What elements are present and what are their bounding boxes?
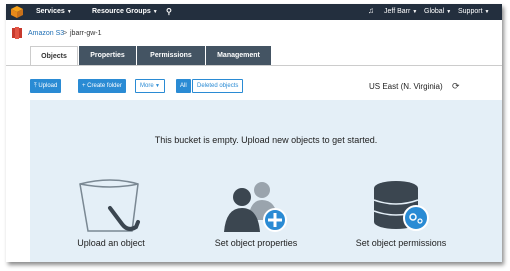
aws-top-nav: Services ▼ Resource Groups ▼ ⚲ ♫ Jeff Barr… <box>6 4 502 20</box>
resource-groups-menu[interactable]: Resource Groups ▼ <box>92 8 158 15</box>
create-folder-label: Create folder <box>87 83 122 89</box>
chevron-down-icon: ▼ <box>484 9 490 15</box>
card-set-object-permissions[interactable]: Set object permissions <box>348 238 454 248</box>
more-label: More <box>140 83 154 89</box>
deleted-objects-toggle[interactable]: Deleted objects <box>192 79 244 93</box>
screenshot-frame: Services ▼ Resource Groups ▼ ⚲ ♫ Jeff Barr… <box>6 4 502 262</box>
upload-button[interactable]: ⤒ Upload <box>30 79 62 93</box>
region-label: Global <box>424 8 445 15</box>
chevron-down-icon: ▼ <box>152 9 158 15</box>
s3-bucket-icon <box>12 27 22 39</box>
create-folder-button[interactable]: + Create folder <box>78 79 126 93</box>
breadcrumb-separator: > <box>63 30 68 37</box>
chevron-down-icon: ▼ <box>66 9 72 15</box>
region-menu[interactable]: Global ▼ <box>424 8 451 15</box>
pin-icon[interactable]: ⚲ <box>166 7 172 16</box>
breadcrumb: Amazon S3 > jbarr-gw-1 <box>6 20 502 46</box>
services-menu[interactable]: Services ▼ <box>36 8 72 15</box>
all-toggle[interactable]: All <box>176 79 191 93</box>
more-button[interactable]: More ▼ <box>135 79 166 93</box>
tab-management[interactable]: Management <box>206 46 271 66</box>
tab-objects[interactable]: Objects <box>30 46 78 66</box>
empty-bucket-panel: This bucket is empty. Upload new objects… <box>30 100 502 262</box>
breadcrumb-bucket: jbarr-gw-1 <box>70 30 102 37</box>
chevron-down-icon: ▼ <box>446 9 452 15</box>
breadcrumb-amazon-s3[interactable]: Amazon S3 <box>28 30 64 37</box>
card-set-object-properties[interactable]: Set object properties <box>206 238 306 248</box>
aws-cube-icon[interactable] <box>10 6 24 18</box>
tab-divider <box>6 65 502 66</box>
card-upload-object[interactable]: Upload an object <box>65 238 157 248</box>
chevron-down-icon: ▼ <box>153 83 161 89</box>
support-label: Support <box>458 8 483 15</box>
bucket-upload-icon <box>79 179 140 232</box>
object-properties-icon <box>224 182 287 232</box>
bell-icon[interactable]: ♫ <box>368 6 374 15</box>
chevron-down-icon: ▼ <box>412 9 418 15</box>
object-permissions-icon <box>373 181 429 231</box>
user-label: Jeff Barr <box>384 8 411 15</box>
user-menu[interactable]: Jeff Barr ▼ <box>384 8 417 15</box>
objects-toolbar: ⤒ Upload + Create folder More ▼ All Dele… <box>6 79 502 97</box>
upload-label: Upload <box>38 83 58 89</box>
tab-permissions[interactable]: Permissions <box>137 46 205 66</box>
refresh-icon[interactable]: ⟳ <box>452 81 460 92</box>
services-label: Services <box>36 8 65 15</box>
support-menu[interactable]: Support ▼ <box>458 8 489 15</box>
region-label: US East (N. Virginia) <box>369 82 443 91</box>
tab-properties[interactable]: Properties <box>79 46 136 66</box>
resource-groups-label: Resource Groups <box>92 8 151 15</box>
empty-bucket-message: This bucket is empty. Upload new objects… <box>154 135 378 145</box>
